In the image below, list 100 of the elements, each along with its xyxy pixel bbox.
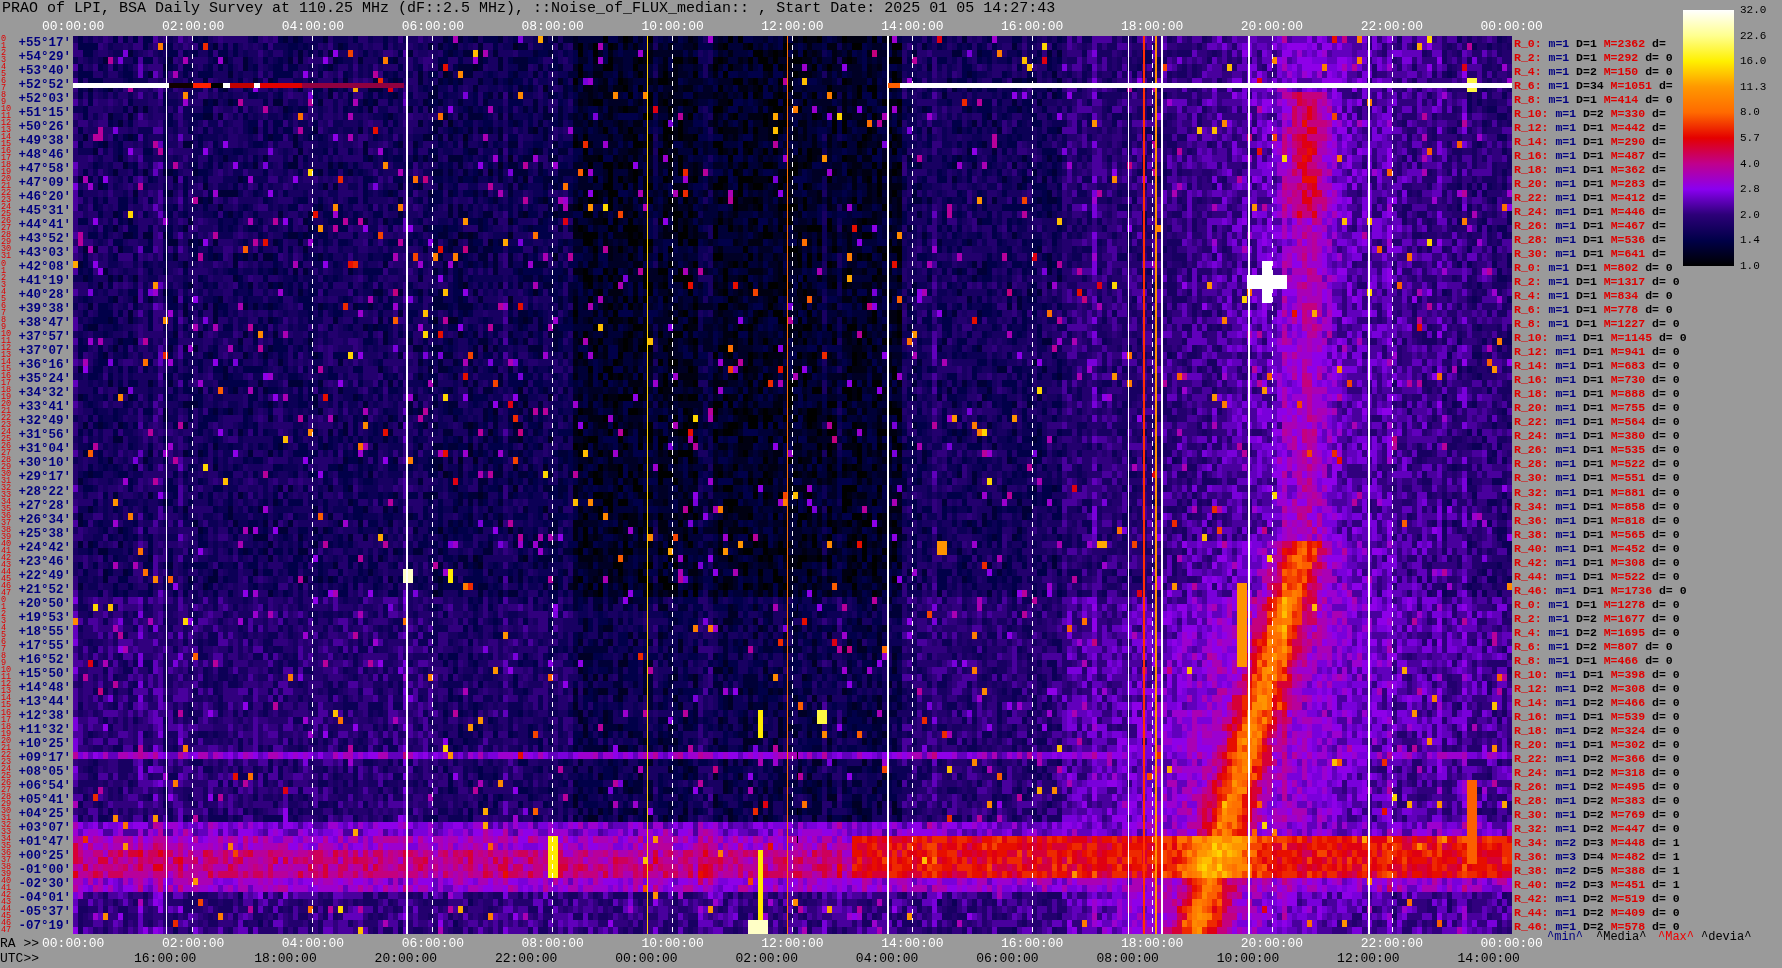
stat-m-text: m=1 — [1555, 541, 1577, 555]
utc-axis-prefix: UTC>> — [0, 952, 40, 965]
stat-m-text: m=1 — [1555, 429, 1577, 443]
stat-big-d-text: D=2 — [1583, 681, 1604, 695]
beam-index-label: 7 — [1, 309, 7, 317]
stat-big-d-text: D=1 — [1583, 443, 1604, 457]
beam-index-label: 19 — [1, 393, 12, 401]
declination-label: +27°28' — [18, 499, 71, 513]
time-axis-label: 12:00:00 — [761, 19, 824, 34]
stat-m-text: m=1 — [1555, 471, 1577, 485]
utc-axis-label: 22:00:00 — [494, 952, 558, 965]
stat-m-text: m=1 — [1555, 822, 1577, 836]
stat-d-text: d= 0 — [1652, 359, 1680, 373]
legend-label: ^Media^ — [1596, 931, 1647, 943]
declination-label: +43°03' — [18, 247, 71, 260]
beam-index-label: 20 — [1, 176, 12, 184]
beam-label: R_2: — [1514, 611, 1542, 625]
stat-big-m-text: M=466 — [1610, 696, 1646, 709]
beam-index-label: 23 — [1, 197, 12, 205]
ra-axis-label: 20:00:00 — [1240, 937, 1304, 951]
stat-m-text: m=1 — [1555, 513, 1577, 527]
stat-big-m-text: M=1051 — [1610, 78, 1653, 92]
beam-index-label: 36 — [1, 513, 12, 521]
declination-label: +55°17' — [18, 36, 71, 50]
utc-axis-label: 18:00:00 — [254, 952, 317, 965]
stat-big-d-text: D=1 — [1576, 653, 1597, 667]
stat-m-text: m=1 — [1555, 148, 1577, 162]
beam-index-label: 25 — [1, 435, 12, 443]
stat-m-text: m=1 — [1555, 190, 1577, 204]
beam-label: R_22: — [1514, 415, 1549, 429]
stat-big-d-text: D=2 — [1576, 639, 1597, 653]
beam-index-label: 14 — [1, 695, 12, 703]
stat-m-text: m=1 — [1555, 780, 1577, 794]
ra-axis-label: 10:00:00 — [641, 937, 704, 951]
beam-index-label: 44 — [1, 569, 12, 577]
stat-big-d-text: D=1 — [1583, 331, 1604, 345]
utc-axis-label: 12:00:00 — [1337, 952, 1400, 965]
stat-big-m-text: M=466 — [1603, 653, 1639, 667]
color-scale-label: 16.0 — [1740, 55, 1767, 68]
stat-big-m-text: M=519 — [1610, 892, 1646, 906]
beam-index-label: 10 — [1, 667, 12, 675]
beam-index-label: 5 — [1, 71, 7, 79]
beam-index-label: 5 — [1, 295, 7, 303]
time-axis-label: 00:00:00 — [42, 19, 105, 34]
beam-index-label: 0 — [1, 260, 7, 268]
beam-index-label: 24 — [1, 765, 12, 773]
stat-m-text: m=1 — [1548, 653, 1570, 667]
declination-label: +33°41' — [18, 401, 71, 415]
beam-index-label: 17 — [1, 716, 12, 724]
beam-index-label: 19 — [1, 169, 12, 177]
utc-axis-label: 04:00:00 — [855, 952, 919, 965]
stat-big-m-text: M=487 — [1610, 148, 1646, 162]
beam-index-label: 32 — [1, 821, 12, 829]
stat-big-d-text: D=1 — [1583, 541, 1604, 555]
beam-index-label: 3 — [1, 57, 7, 65]
ra-axis-label: 14:00:00 — [881, 937, 944, 951]
beam-index-label: 3 — [1, 618, 7, 626]
stat-d-text: d= 0 — [1652, 471, 1680, 485]
stat-m-text: m=1 — [1548, 275, 1570, 289]
beam-index-label: 11 — [1, 337, 12, 345]
stat-m-text: m=1 — [1555, 401, 1577, 415]
beam-label: R_36: — [1514, 850, 1549, 864]
declination-label: +23°46' — [18, 555, 71, 569]
stat-big-m-text: M=442 — [1610, 120, 1646, 134]
beam-index-label: 28 — [1, 232, 12, 240]
stat-m-text: m=1 — [1548, 289, 1570, 303]
stat-d-text: d= 0 — [1652, 822, 1680, 836]
stat-d-text: d= 0 — [1652, 429, 1680, 443]
beam-label: R_32: — [1514, 485, 1549, 499]
stat-big-m-text: M=888 — [1610, 387, 1646, 401]
beam-index-label: 27 — [1, 786, 12, 794]
stat-big-d-text: D=1 — [1583, 569, 1604, 583]
beam-label: R_32: — [1514, 822, 1549, 836]
beam-label: R_44: — [1514, 906, 1549, 920]
beam-label: R_42: — [1514, 555, 1549, 569]
stat-big-m-text: M=641 — [1610, 247, 1646, 260]
beam-index-label: 38 — [1, 527, 12, 535]
stat-d-text: d= 0 — [1652, 808, 1680, 822]
beam-index-label: 30 — [1, 470, 12, 478]
stat-big-m-text: M=302 — [1610, 738, 1646, 752]
beam-index-label: 30 — [1, 807, 12, 815]
declination-label: +26°34' — [18, 513, 71, 527]
beam-label: R_24: — [1514, 204, 1549, 218]
beam-index-label: 22 — [1, 751, 12, 759]
beam-index-label: 3 — [1, 281, 7, 289]
stat-d-text: d= 0 — [1645, 50, 1673, 64]
utc-axis-label: 14:00:00 — [1457, 952, 1520, 965]
beam-index-label: 4 — [1, 288, 7, 296]
stat-big-d-text: D=2 — [1583, 892, 1604, 906]
beam-index-label: 41 — [1, 884, 12, 892]
stat-big-d-text: D=1 — [1583, 218, 1604, 232]
stat-m-text: m=1 — [1555, 247, 1577, 260]
declination-label: -05°37' — [18, 906, 71, 920]
beam-index-label: 28 — [1, 456, 12, 464]
stat-d-text: d= 0 — [1652, 541, 1680, 555]
stat-big-m-text: M=283 — [1610, 176, 1646, 190]
beam-index-label: 42 — [1, 555, 12, 563]
stat-d-text: d= 0 — [1645, 289, 1673, 303]
stat-big-m-text: M=1278 — [1603, 597, 1646, 611]
time-axis-label: 16:00:00 — [1001, 19, 1064, 34]
